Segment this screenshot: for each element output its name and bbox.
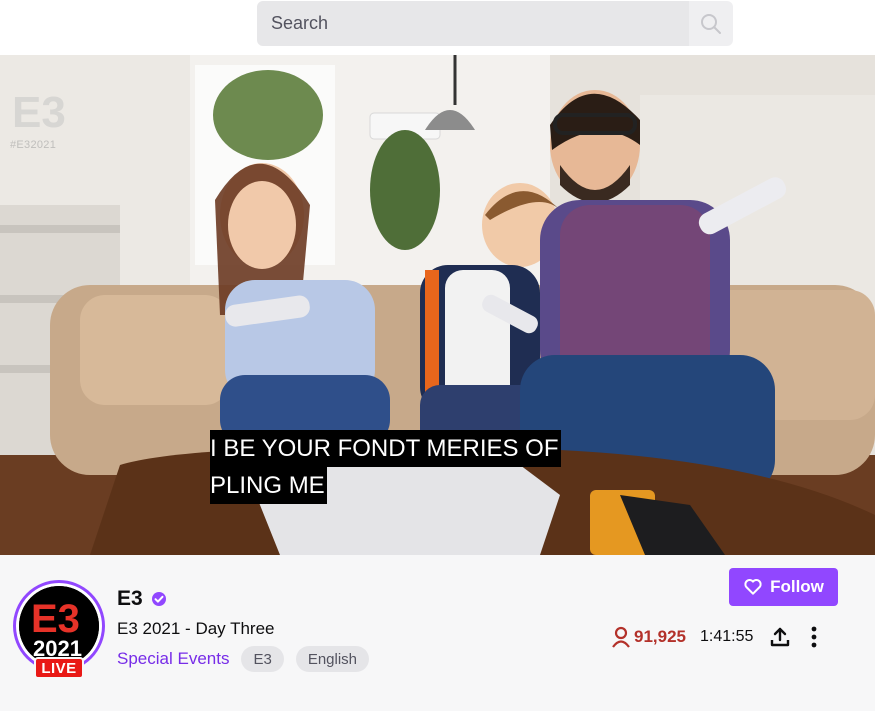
e3-logo-icon: E3 2021 — [19, 586, 99, 666]
follow-button[interactable]: Follow — [729, 568, 838, 606]
video-player[interactable]: E3 #E32021 I BE YOUR FONDT MERIES OF PLI… — [0, 55, 875, 555]
stream-meta-row: Special Events E3 English — [117, 646, 370, 672]
verified-badge-icon — [151, 592, 166, 606]
svg-text:E3: E3 — [31, 597, 80, 641]
share-upload-icon — [771, 627, 790, 647]
avatar: E3 2021 — [19, 586, 99, 666]
stream-uptime: 1:41:55 — [700, 628, 754, 645]
follow-button-label: Follow — [770, 577, 824, 596]
svg-text:E3: E3 — [12, 88, 66, 137]
top-bar — [0, 0, 875, 55]
share-button[interactable] — [767, 624, 793, 650]
live-badge: LIVE — [34, 657, 84, 679]
search-button[interactable] — [689, 1, 733, 46]
tag-english[interactable]: English — [295, 646, 370, 672]
channel-info-panel: E3 2021 LIVE E3 E3 2021 - Day Three Spec… — [0, 555, 875, 711]
e3-watermark-logo: E3 #E32021 — [10, 79, 68, 161]
more-vertical-icon — [811, 626, 817, 648]
category-link[interactable]: Special Events — [117, 649, 229, 669]
channel-name[interactable]: E3 — [117, 587, 143, 611]
search-input[interactable] — [257, 1, 689, 46]
channel-name-row: E3 — [117, 587, 167, 611]
stream-stats: 91,925 1:41:55 — [611, 624, 824, 650]
caption-line-1: I BE YOUR FONDT MERIES OF — [210, 430, 561, 467]
person-icon — [612, 626, 630, 648]
viewer-count: 91,925 — [634, 627, 686, 646]
search-bar — [257, 1, 733, 46]
caption-line-2: PLING ME — [210, 467, 327, 504]
heart-icon — [744, 579, 762, 595]
watermark-hashtag: #E32021 — [10, 139, 57, 151]
stream-title: E3 2021 - Day Three — [117, 619, 275, 638]
more-options-button[interactable] — [804, 624, 824, 650]
search-icon — [701, 13, 721, 34]
tag-e3[interactable]: E3 — [241, 646, 284, 672]
closed-caption: I BE YOUR FONDT MERIES OF PLING ME — [210, 430, 594, 504]
